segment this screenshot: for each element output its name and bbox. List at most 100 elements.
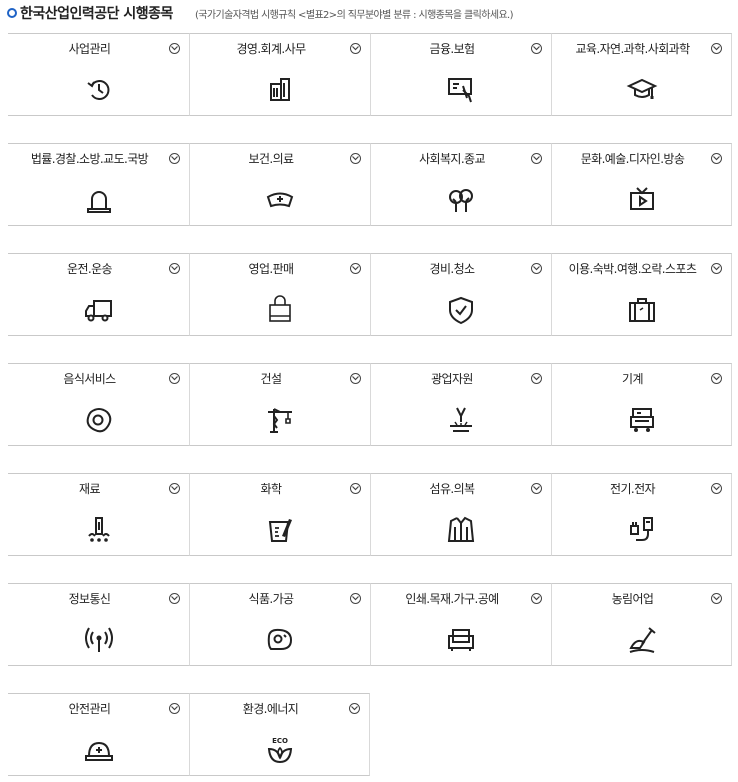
category-item[interactable]: 금융.보험 [370,33,551,116]
category-item[interactable]: 영업.판매 [189,253,370,336]
chevron-down-icon[interactable] [350,153,361,164]
chevron-down-icon[interactable] [531,263,542,274]
chevron-down-icon[interactable] [350,43,361,54]
category-row: 사업관리 경영.회계.사무 금융.보험 교육.자연.과학.사회과학 [8,33,732,116]
chevron-down-icon[interactable] [711,263,722,274]
category-item[interactable]: 건설 [189,363,370,446]
chevron-down-icon[interactable] [169,483,180,494]
tv-icon [626,184,658,216]
category-label: 금융.보험 [429,42,476,56]
chevron-down-icon[interactable] [711,373,722,384]
beaker-icon [264,514,296,546]
category-label: 식품.가공 [248,592,295,606]
building-icon [264,74,296,106]
trees-icon [445,184,477,216]
category-label: 영업.판매 [248,262,295,276]
chevron-down-icon[interactable] [169,263,180,274]
fried-egg-icon [83,404,115,436]
category-row: 안전관리 환경.에너지 ECO [8,693,732,776]
category-label: 보건.의료 [248,152,295,166]
graduation-cap-icon [626,74,658,106]
crane-icon [264,404,296,436]
category-item[interactable]: 법률.경찰.소방.교도.국방 [8,143,189,226]
board-hand-icon [445,74,477,106]
empty-cell [370,693,551,776]
chevron-down-icon[interactable] [169,153,180,164]
chevron-down-icon[interactable] [350,593,361,604]
category-item[interactable]: 기계 [551,363,732,446]
suitcase-icon [626,294,658,326]
truck-icon [83,294,115,326]
category-item[interactable]: 경비.청소 [370,253,551,336]
category-label: 재료 [79,482,100,496]
category-item[interactable]: 사회복지.종교 [370,143,551,226]
chevron-down-icon[interactable] [349,703,360,714]
chevron-down-icon[interactable] [711,593,722,604]
material-icon [83,514,115,546]
category-label: 정보통신 [68,592,111,606]
category-item[interactable]: 사업관리 [8,33,189,116]
category-item[interactable]: 음식서비스 [8,363,189,446]
jacket-icon [445,514,477,546]
siren-icon [83,184,115,216]
sofa-icon [445,624,477,656]
chevron-down-icon[interactable] [531,43,542,54]
shopping-bag-icon [264,294,296,326]
category-item[interactable]: 보건.의료 [189,143,370,226]
category-label: 이용.숙박.여행.오락.스포츠 [568,262,697,276]
eco-leaf-icon: ECO [264,734,296,766]
chevron-down-icon[interactable] [350,483,361,494]
category-row: 재료 화학 섬유.의복 전기.전자 [8,473,732,556]
chevron-down-icon[interactable] [711,43,722,54]
chevron-down-icon[interactable] [169,373,180,384]
category-item[interactable]: 재료 [8,473,189,556]
category-item[interactable]: 환경.에너지 ECO [189,693,370,776]
chevron-down-icon[interactable] [350,263,361,274]
machine-icon [626,404,658,436]
category-item[interactable]: 화학 [189,473,370,556]
category-item[interactable]: 광업자원 [370,363,551,446]
chevron-down-icon[interactable] [711,483,722,494]
chevron-down-icon[interactable] [169,703,180,714]
chevron-down-icon[interactable] [350,373,361,384]
antenna-icon [83,624,115,656]
category-label: 법률.경찰.소방.교도.국방 [30,152,149,166]
category-item[interactable]: 경영.회계.사무 [189,33,370,116]
category-label: 경비.청소 [429,262,476,276]
chevron-down-icon[interactable] [531,483,542,494]
page-title: 한국산업인력공단 시행종목 [20,6,173,22]
category-item[interactable]: 섬유.의복 [370,473,551,556]
chevron-down-icon[interactable] [531,593,542,604]
plug-icon [626,514,658,546]
category-item[interactable]: 인쇄.목재.가구.공예 [370,583,551,666]
category-label: 운전.운송 [67,262,113,276]
category-row: 운전.운송 영업.판매 경비.청소 이용.숙박.여행.오락.스포츠 [8,253,732,336]
chevron-down-icon[interactable] [169,43,180,54]
category-label: 광업자원 [431,372,473,386]
category-item[interactable]: 전기.전자 [551,473,732,556]
category-item[interactable]: 식품.가공 [189,583,370,666]
chevron-down-icon[interactable] [531,153,542,164]
category-item[interactable]: 농림어업 [551,583,732,666]
chevron-down-icon[interactable] [531,373,542,384]
category-item[interactable]: 이용.숙박.여행.오락.스포츠 [551,253,732,336]
category-label: 경영.회계.사무 [236,42,306,56]
category-label: 농림어업 [611,592,654,606]
category-item[interactable]: 안전관리 [8,693,189,776]
instruction-note: (국가기술자격법 시행규칙 <별표2>의 직무분야별 분류 : 시행종목을 클릭… [195,10,514,21]
bullet-icon [7,8,17,18]
category-row: 음식서비스 건설 광업자원 기계 [8,363,732,446]
nurse-cap-icon [264,184,296,216]
category-item[interactable]: 정보통신 [8,583,189,666]
category-label: 안전관리 [68,702,111,716]
category-label: 문화.예술.디자인.방송 [580,152,685,166]
category-item[interactable]: 교육.자연.과학.사회과학 [551,33,732,116]
category-item[interactable]: 문화.예술.디자인.방송 [551,143,732,226]
shield-icon [445,294,477,326]
category-label: 섬유.의복 [429,482,476,496]
category-item[interactable]: 운전.운송 [8,253,189,336]
category-row: 정보통신 식품.가공 인쇄.목재.가구.공예 농림어업 [8,583,732,666]
chevron-down-icon[interactable] [711,153,722,164]
chevron-down-icon[interactable] [169,593,180,604]
category-label: 인쇄.목재.가구.공예 [405,592,499,606]
